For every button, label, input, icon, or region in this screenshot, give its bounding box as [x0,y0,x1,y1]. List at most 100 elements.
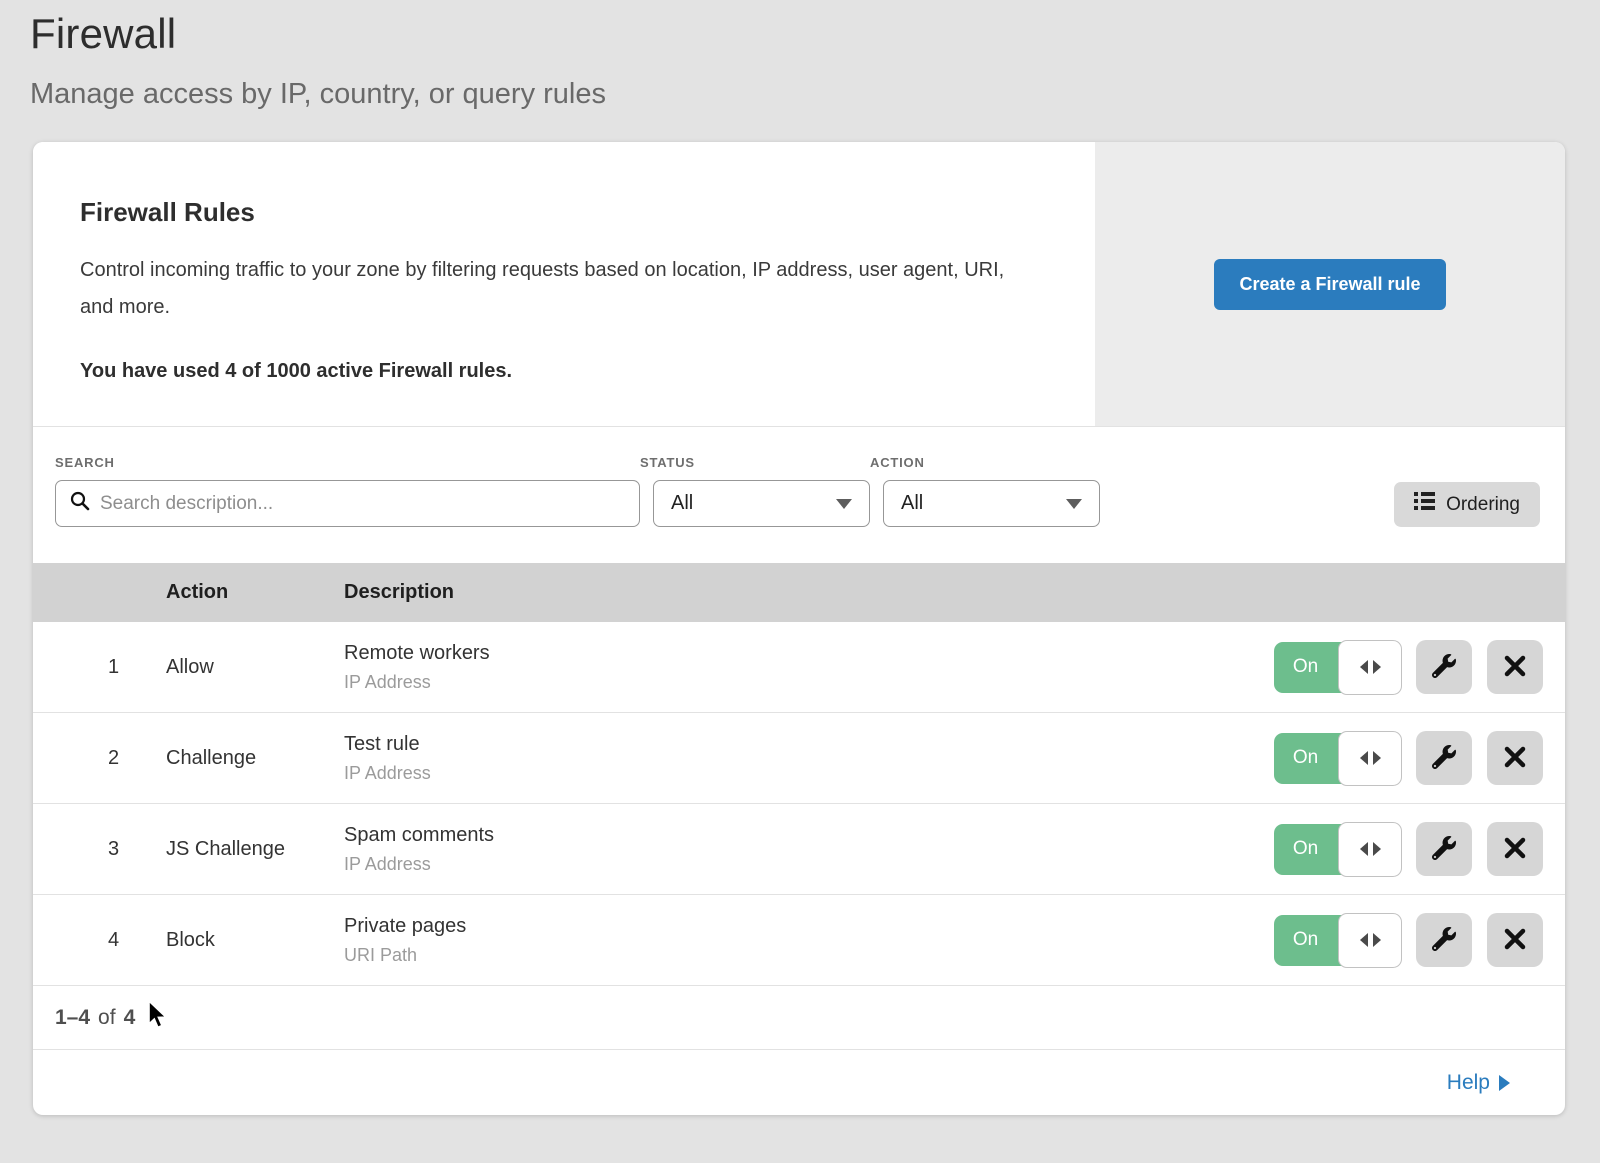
column-action: Action [166,581,344,604]
table-row: 1 Allow Remote workers IP Address On [33,622,1565,713]
pagination-of: of [98,1006,116,1030]
toggle-knob[interactable] [1338,731,1402,786]
close-icon [1504,837,1526,862]
chevron-down-icon [836,499,852,509]
rule-field: IP Address [344,854,1274,875]
status-select-value: All [671,492,693,515]
rule-priority: 4 [33,929,166,952]
page-subtitle: Manage access by IP, country, or query r… [30,78,1600,111]
close-icon [1504,928,1526,953]
rule-enabled-toggle[interactable]: On [1274,642,1401,693]
toggle-on-label: On [1274,929,1337,951]
edit-rule-button[interactable] [1416,913,1472,967]
rule-field: URI Path [344,945,1274,966]
action-filter-group: ACTION All [870,455,1100,527]
action-select-value: All [901,492,923,515]
rule-controls: On [1274,822,1565,876]
rule-action: Allow [166,656,344,679]
wrench-icon [1432,745,1456,772]
status-label: STATUS [640,455,870,470]
table-row: 4 Block Private pages URI Path On [33,895,1565,986]
search-input[interactable] [100,493,626,515]
toggle-on-label: On [1274,747,1337,769]
toggle-on-label: On [1274,838,1337,860]
help-link[interactable]: Help [1447,1071,1510,1095]
ordered-list-icon [1414,492,1435,517]
rule-enabled-toggle[interactable]: On [1274,824,1401,875]
status-select[interactable]: All [653,480,870,527]
pagination-range: 1–4 [55,1006,90,1030]
wrench-icon [1432,654,1456,681]
rule-enabled-toggle[interactable]: On [1274,733,1401,784]
search-field-wrap [55,480,640,527]
delete-rule-button[interactable] [1487,822,1543,876]
firewall-rules-intro-section: Firewall Rules Control incoming traffic … [33,142,1565,427]
arrow-left-icon [1360,660,1368,674]
table-row: 2 Challenge Test rule IP Address On [33,713,1565,804]
arrow-right-icon [1373,660,1381,674]
rule-enabled-toggle[interactable]: On [1274,915,1401,966]
firewall-rules-description: Control incoming traffic to your zone by… [80,252,1030,326]
rule-action: Block [166,929,344,952]
rule-priority: 2 [33,747,166,770]
card-footer: Help [33,1050,1565,1115]
arrow-right-icon [1373,842,1381,856]
rule-description: Test rule [344,733,1274,756]
wrench-icon [1432,836,1456,863]
page-title: Firewall [30,10,1600,58]
arrow-left-icon [1360,842,1368,856]
rule-controls: On [1274,640,1565,694]
arrow-right-icon [1373,751,1381,765]
edit-rule-button[interactable] [1416,640,1472,694]
delete-rule-button[interactable] [1487,913,1543,967]
arrow-left-icon [1360,751,1368,765]
toggle-knob[interactable] [1338,822,1402,877]
rule-controls: On [1274,913,1565,967]
toggle-on-label: On [1274,656,1337,678]
search-label: SEARCH [55,455,640,470]
arrow-left-icon [1360,933,1368,947]
table-row: 3 JS Challenge Spam comments IP Address … [33,804,1565,895]
edit-rule-button[interactable] [1416,822,1472,876]
close-icon [1504,746,1526,771]
close-icon [1504,655,1526,680]
toggle-knob[interactable] [1338,913,1402,968]
create-rule-panel: Create a Firewall rule [1095,142,1565,426]
filters-bar: SEARCH STATUS All ACTION All [33,427,1565,563]
rule-controls: On [1274,731,1565,785]
rule-action: Challenge [166,747,344,770]
firewall-card: Firewall Rules Control incoming traffic … [33,142,1565,1115]
rule-field: IP Address [344,672,1274,693]
search-filter-group: SEARCH [55,455,640,527]
column-description: Description [344,581,1565,604]
wrench-icon [1432,927,1456,954]
search-icon [69,490,91,517]
chevron-down-icon [1066,499,1082,509]
rule-priority: 1 [33,656,166,679]
action-select[interactable]: All [883,480,1100,527]
ordering-button[interactable]: Ordering [1394,482,1540,527]
pagination: 1–4 of 4 [33,986,1565,1050]
rule-description: Spam comments [344,824,1274,847]
ordering-button-label: Ordering [1446,494,1520,516]
pagination-total: 4 [124,1006,136,1030]
firewall-rules-intro: Firewall Rules Control incoming traffic … [33,142,1095,426]
rule-description: Remote workers [344,642,1274,665]
rule-priority: 3 [33,838,166,861]
rule-description: Private pages [344,915,1274,938]
help-link-label: Help [1447,1071,1490,1095]
create-firewall-rule-button[interactable]: Create a Firewall rule [1214,259,1445,310]
arrow-right-icon [1373,933,1381,947]
rule-field: IP Address [344,763,1274,784]
delete-rule-button[interactable] [1487,731,1543,785]
edit-rule-button[interactable] [1416,731,1472,785]
help-arrow-icon [1499,1075,1510,1091]
action-label: ACTION [870,455,1100,470]
firewall-rules-usage: You have used 4 of 1000 active Firewall … [80,360,1035,383]
rule-action: JS Challenge [166,838,344,861]
firewall-rules-title: Firewall Rules [80,197,1035,228]
rules-table-header: Action Description [33,563,1565,622]
page-header: Firewall Manage access by IP, country, o… [0,0,1600,111]
toggle-knob[interactable] [1338,640,1402,695]
delete-rule-button[interactable] [1487,640,1543,694]
